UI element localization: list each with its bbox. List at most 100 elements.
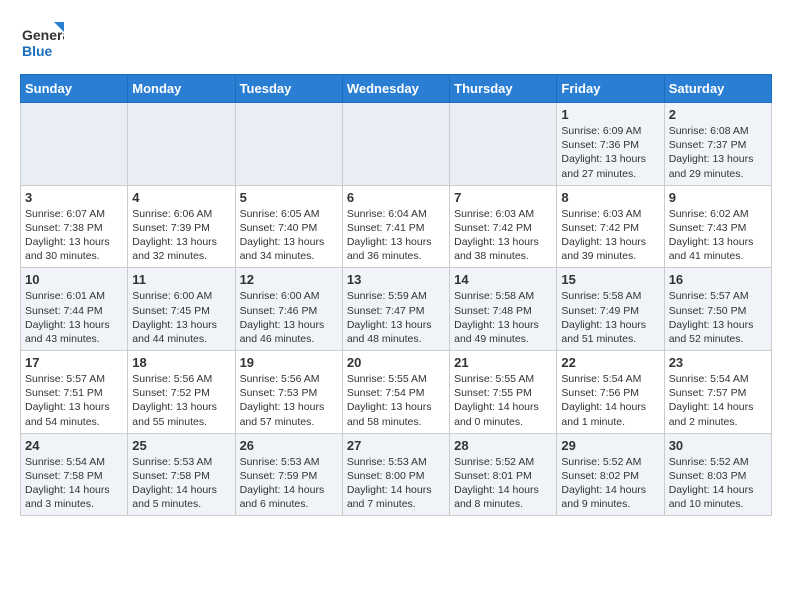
day-number: 3 xyxy=(25,190,123,205)
day-info: Sunrise: 5:52 AM Sunset: 8:02 PM Dayligh… xyxy=(561,455,659,512)
day-number: 13 xyxy=(347,272,445,287)
day-number: 25 xyxy=(132,438,230,453)
day-number: 12 xyxy=(240,272,338,287)
calendar-cell xyxy=(342,103,449,186)
day-number: 23 xyxy=(669,355,767,370)
calendar-cell: 22 Sunrise: 5:54 AM Sunset: 7:56 PM Dayli… xyxy=(557,351,664,434)
page-header: General Blue xyxy=(20,20,772,64)
day-number: 29 xyxy=(561,438,659,453)
week-row-2: 3 Sunrise: 6:07 AM Sunset: 7:38 PM Daylig… xyxy=(21,185,772,268)
day-info: Sunrise: 5:56 AM Sunset: 7:52 PM Dayligh… xyxy=(132,372,230,429)
day-info: Sunrise: 6:06 AM Sunset: 7:39 PM Dayligh… xyxy=(132,207,230,264)
week-row-1: 1 Sunrise: 6:09 AM Sunset: 7:36 PM Daylig… xyxy=(21,103,772,186)
calendar-cell: 3 Sunrise: 6:07 AM Sunset: 7:38 PM Daylig… xyxy=(21,185,128,268)
calendar-cell: 29 Sunrise: 5:52 AM Sunset: 8:02 PM Dayli… xyxy=(557,433,664,516)
day-info: Sunrise: 5:57 AM Sunset: 7:50 PM Dayligh… xyxy=(669,289,767,346)
day-info: Sunrise: 5:54 AM Sunset: 7:56 PM Dayligh… xyxy=(561,372,659,429)
day-info: Sunrise: 5:53 AM Sunset: 7:59 PM Dayligh… xyxy=(240,455,338,512)
day-info: Sunrise: 5:56 AM Sunset: 7:53 PM Dayligh… xyxy=(240,372,338,429)
calendar-cell: 8 Sunrise: 6:03 AM Sunset: 7:42 PM Daylig… xyxy=(557,185,664,268)
day-number: 7 xyxy=(454,190,552,205)
day-info: Sunrise: 6:00 AM Sunset: 7:45 PM Dayligh… xyxy=(132,289,230,346)
calendar-cell: 5 Sunrise: 6:05 AM Sunset: 7:40 PM Daylig… xyxy=(235,185,342,268)
day-number: 17 xyxy=(25,355,123,370)
day-info: Sunrise: 5:55 AM Sunset: 7:55 PM Dayligh… xyxy=(454,372,552,429)
day-number: 15 xyxy=(561,272,659,287)
week-row-4: 17 Sunrise: 5:57 AM Sunset: 7:51 PM Dayli… xyxy=(21,351,772,434)
day-info: Sunrise: 5:58 AM Sunset: 7:49 PM Dayligh… xyxy=(561,289,659,346)
calendar-cell: 28 Sunrise: 5:52 AM Sunset: 8:01 PM Dayli… xyxy=(450,433,557,516)
day-number: 2 xyxy=(669,107,767,122)
day-header-tuesday: Tuesday xyxy=(235,75,342,103)
calendar-cell: 16 Sunrise: 5:57 AM Sunset: 7:50 PM Dayli… xyxy=(664,268,771,351)
calendar-cell: 18Sunrise: 5:56 AM Sunset: 7:52 PM Dayli… xyxy=(128,351,235,434)
day-info: Sunrise: 6:05 AM Sunset: 7:40 PM Dayligh… xyxy=(240,207,338,264)
calendar-cell: 1 Sunrise: 6:09 AM Sunset: 7:36 PM Daylig… xyxy=(557,103,664,186)
day-info: Sunrise: 5:52 AM Sunset: 8:03 PM Dayligh… xyxy=(669,455,767,512)
day-number: 11 xyxy=(132,272,230,287)
day-number: 1 xyxy=(561,107,659,122)
day-info: Sunrise: 5:52 AM Sunset: 8:01 PM Dayligh… xyxy=(454,455,552,512)
day-header-monday: Monday xyxy=(128,75,235,103)
day-info: Sunrise: 5:58 AM Sunset: 7:48 PM Dayligh… xyxy=(454,289,552,346)
day-header-saturday: Saturday xyxy=(664,75,771,103)
calendar-cell: 27Sunrise: 5:53 AM Sunset: 8:00 PM Dayli… xyxy=(342,433,449,516)
day-number: 16 xyxy=(669,272,767,287)
logo-svg: General Blue xyxy=(20,20,64,64)
day-info: Sunrise: 6:03 AM Sunset: 7:42 PM Dayligh… xyxy=(454,207,552,264)
calendar-cell: 13 Sunrise: 5:59 AM Sunset: 7:47 PM Dayli… xyxy=(342,268,449,351)
svg-text:Blue: Blue xyxy=(22,43,53,59)
day-info: Sunrise: 5:55 AM Sunset: 7:54 PM Dayligh… xyxy=(347,372,445,429)
day-info: Sunrise: 5:54 AM Sunset: 7:58 PM Dayligh… xyxy=(25,455,123,512)
calendar-cell: 19 Sunrise: 5:56 AM Sunset: 7:53 PM Dayli… xyxy=(235,351,342,434)
calendar-table: SundayMondayTuesdayWednesdayThursdayFrid… xyxy=(20,74,772,516)
day-number: 20 xyxy=(347,355,445,370)
calendar-cell: 30 Sunrise: 5:52 AM Sunset: 8:03 PM Dayli… xyxy=(664,433,771,516)
calendar-cell: 7 Sunrise: 6:03 AM Sunset: 7:42 PM Daylig… xyxy=(450,185,557,268)
day-info: Sunrise: 5:59 AM Sunset: 7:47 PM Dayligh… xyxy=(347,289,445,346)
day-info: Sunrise: 6:09 AM Sunset: 7:36 PM Dayligh… xyxy=(561,124,659,181)
day-info: Sunrise: 6:08 AM Sunset: 7:37 PM Dayligh… xyxy=(669,124,767,181)
week-row-5: 24Sunrise: 5:54 AM Sunset: 7:58 PM Dayli… xyxy=(21,433,772,516)
calendar-cell xyxy=(21,103,128,186)
calendar-cell: 9Sunrise: 6:02 AM Sunset: 7:43 PM Daylig… xyxy=(664,185,771,268)
calendar-cell: 15 Sunrise: 5:58 AM Sunset: 7:49 PM Dayli… xyxy=(557,268,664,351)
day-number: 4 xyxy=(132,190,230,205)
day-info: Sunrise: 6:00 AM Sunset: 7:46 PM Dayligh… xyxy=(240,289,338,346)
day-info: Sunrise: 6:07 AM Sunset: 7:38 PM Dayligh… xyxy=(25,207,123,264)
day-number: 27 xyxy=(347,438,445,453)
calendar-cell: 21 Sunrise: 5:55 AM Sunset: 7:55 PM Dayli… xyxy=(450,351,557,434)
calendar-cell: 24Sunrise: 5:54 AM Sunset: 7:58 PM Dayli… xyxy=(21,433,128,516)
day-header-wednesday: Wednesday xyxy=(342,75,449,103)
day-info: Sunrise: 6:01 AM Sunset: 7:44 PM Dayligh… xyxy=(25,289,123,346)
day-number: 8 xyxy=(561,190,659,205)
calendar-cell: 17 Sunrise: 5:57 AM Sunset: 7:51 PM Dayli… xyxy=(21,351,128,434)
day-info: Sunrise: 6:03 AM Sunset: 7:42 PM Dayligh… xyxy=(561,207,659,264)
calendar-cell: 26 Sunrise: 5:53 AM Sunset: 7:59 PM Dayli… xyxy=(235,433,342,516)
calendar-cell: 6Sunrise: 6:04 AM Sunset: 7:41 PM Daylig… xyxy=(342,185,449,268)
day-info: Sunrise: 5:57 AM Sunset: 7:51 PM Dayligh… xyxy=(25,372,123,429)
day-number: 14 xyxy=(454,272,552,287)
svg-text:General: General xyxy=(22,27,64,43)
calendar-cell: 20 Sunrise: 5:55 AM Sunset: 7:54 PM Dayli… xyxy=(342,351,449,434)
day-number: 26 xyxy=(240,438,338,453)
logo: General Blue xyxy=(20,20,64,64)
day-number: 19 xyxy=(240,355,338,370)
day-info: Sunrise: 6:02 AM Sunset: 7:43 PM Dayligh… xyxy=(669,207,767,264)
calendar-cell: 25 Sunrise: 5:53 AM Sunset: 7:58 PM Dayli… xyxy=(128,433,235,516)
day-info: Sunrise: 5:54 AM Sunset: 7:57 PM Dayligh… xyxy=(669,372,767,429)
week-row-3: 10Sunrise: 6:01 AM Sunset: 7:44 PM Dayli… xyxy=(21,268,772,351)
calendar-cell: 14 Sunrise: 5:58 AM Sunset: 7:48 PM Dayli… xyxy=(450,268,557,351)
day-number: 22 xyxy=(561,355,659,370)
day-info: Sunrise: 5:53 AM Sunset: 7:58 PM Dayligh… xyxy=(132,455,230,512)
calendar-cell xyxy=(235,103,342,186)
day-number: 5 xyxy=(240,190,338,205)
day-number: 30 xyxy=(669,438,767,453)
day-number: 28 xyxy=(454,438,552,453)
day-number: 6 xyxy=(347,190,445,205)
days-header-row: SundayMondayTuesdayWednesdayThursdayFrid… xyxy=(21,75,772,103)
day-number: 21 xyxy=(454,355,552,370)
day-header-sunday: Sunday xyxy=(21,75,128,103)
day-header-thursday: Thursday xyxy=(450,75,557,103)
calendar-cell: 12 Sunrise: 6:00 AM Sunset: 7:46 PM Dayli… xyxy=(235,268,342,351)
